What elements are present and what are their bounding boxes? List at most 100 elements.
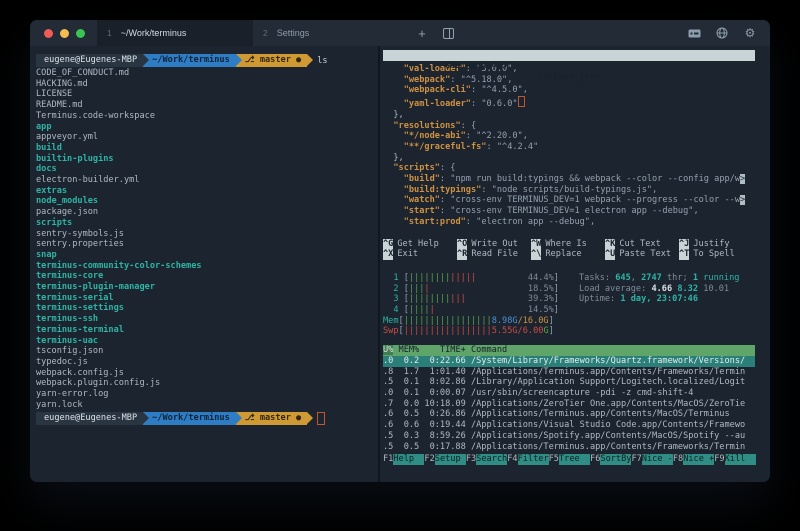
- listing-entry: webpack.config.js: [36, 368, 378, 379]
- fkey-action: Nice -: [642, 454, 673, 465]
- listing-entry: terminus-settings: [36, 303, 378, 314]
- swap-meter: Swp[|||||||||||||||||5.55G/6.00G]: [383, 326, 770, 337]
- shortcut-key: ^X: [383, 249, 393, 260]
- function-key[interactable]: F8Nice +: [673, 454, 714, 465]
- typed-command: ls: [317, 56, 327, 66]
- tasks-line: Load average: 4.66 8.32 10.01: [579, 284, 739, 295]
- listing-entry: terminus-uac: [36, 336, 378, 347]
- htop-pane[interactable]: 1 [||||||||||||| 44.4%] 2 [|||| 18.5%] 3…: [383, 273, 770, 465]
- process-row[interactable]: .6 0.6 0:19.44 /Applications/Visual Stud…: [383, 420, 755, 431]
- listing-entry: extras: [36, 186, 378, 197]
- close-button[interactable]: [44, 29, 53, 38]
- process-rows: .0 0.2 0:22.66 /System/Library/Framework…: [383, 356, 755, 452]
- listing-entry: electron-builder.yml: [36, 175, 378, 186]
- function-key[interactable]: F1Help: [383, 454, 424, 465]
- shortcut-label: Where Is: [545, 239, 586, 250]
- nano-line: "webpack-cli": "^4.5.0",: [383, 85, 770, 96]
- function-key[interactable]: F4Filter: [507, 454, 548, 465]
- listing-entry: builtin-plugins: [36, 154, 378, 165]
- listing-entry: node_modules: [36, 196, 378, 207]
- shortcut-key: ^G: [383, 239, 393, 250]
- fkey-action: Kill: [725, 454, 756, 465]
- new-tab-button[interactable]: +: [409, 20, 435, 46]
- tab-settings[interactable]: 2 Settings: [253, 20, 409, 46]
- shell-prompt-bottom: eugene@Eugenes-MBP ~/Work/terminus ⎇ mas…: [36, 412, 378, 425]
- nano-shortcut: ^KCut Text: [605, 239, 679, 250]
- traffic-lights: [30, 20, 97, 46]
- fkey-number: F6: [590, 454, 600, 465]
- listing-entry: terminus-plugin-manager: [36, 282, 378, 293]
- process-row[interactable]: .5 0.3 8:59.26 /Applications/Spotify.app…: [383, 431, 755, 442]
- fkey-number: F2: [424, 454, 434, 465]
- nano-shortcut: ^GGet Help: [383, 239, 457, 250]
- nano-shortcut: ^XExit: [383, 249, 457, 260]
- fkey-action: Setup: [435, 454, 466, 465]
- nano-shortcut: ^WWhere Is: [531, 239, 605, 250]
- sort-column-header[interactable]: U%: [383, 345, 393, 355]
- process-row[interactable]: .0 0.2 0:22.66 /System/Library/Framework…: [383, 356, 755, 367]
- listing-entry: snap: [36, 250, 378, 261]
- fkey-number: F5: [549, 454, 559, 465]
- listing-entry: terminus-serial: [36, 293, 378, 304]
- listing-entry: terminus-ssh: [36, 314, 378, 325]
- process-table: U% MEM% TIME+ Command .0 0.2 0:22.66 /Sy…: [383, 345, 755, 452]
- shell-pane[interactable]: eugene@Eugenes-MBP ~/Work/terminus ⎇ mas…: [30, 46, 380, 482]
- nano-shortcut: ^RRead File: [457, 249, 531, 260]
- nano-line: },: [383, 110, 770, 121]
- function-key[interactable]: F7Nice -: [631, 454, 672, 465]
- nano-line: "watch": "cross-env TERMINUS_DEV=1 webpa…: [383, 195, 770, 206]
- shortcut-key: ^K: [605, 239, 615, 250]
- shortcut-label: Replace: [545, 249, 581, 260]
- process-table-header[interactable]: U% MEM% TIME+ Command: [383, 345, 755, 356]
- listing-entry: app: [36, 122, 378, 133]
- nano-line: "start": "cross-env TERMINUS_DEV=1 elect…: [383, 206, 770, 217]
- nano-line: "yaml-loader": "0.6.0": [383, 96, 770, 110]
- tasks-line: Tasks: 645, 2747 thr; 1 running: [579, 273, 739, 284]
- listing-entry: sentry-symbols.js: [36, 229, 378, 240]
- nano-version: GNU nano 4.5: [445, 61, 507, 71]
- process-row[interactable]: .7 0.0 10:18.09 /Applications/ZeroTier O…: [383, 399, 755, 410]
- shortcut-label: Write Out: [471, 239, 518, 250]
- shortcut-label: Justify: [693, 239, 729, 250]
- process-row[interactable]: .5 0.1 8:02.86 /Library/Application Supp…: [383, 377, 755, 388]
- process-row[interactable]: .6 0.5 0:26.86 /Applications/Terminus.ap…: [383, 409, 755, 420]
- split-pane-icon[interactable]: [435, 20, 461, 46]
- shortcut-key: ^U: [605, 249, 615, 260]
- globe-icon[interactable]: [708, 20, 736, 46]
- prompt-path-segment: ~/Work/terminus: [143, 54, 236, 67]
- function-key[interactable]: F9Kill: [714, 454, 755, 465]
- tab-work-terminus[interactable]: 1 ~/Work/terminus: [97, 20, 253, 46]
- listing-entry: terminus-terminal: [36, 325, 378, 336]
- function-key[interactable]: F5Tree: [549, 454, 590, 465]
- function-key[interactable]: F6SortBy: [590, 454, 631, 465]
- function-key[interactable]: F3Search: [466, 454, 507, 465]
- listing-entry: Terminus.code-workspace: [36, 111, 378, 122]
- listing-entry: yarn.lock: [36, 400, 378, 411]
- settings-gear-icon[interactable]: ⚙: [736, 20, 770, 46]
- shortcut-label: Paste Text: [619, 249, 671, 260]
- process-row[interactable]: .0 0.1 0:00.07 /usr/sbin/screencapture -…: [383, 388, 755, 399]
- nano-shortcut: ^JJustify: [679, 239, 753, 250]
- shortcut-label: To Spell: [693, 249, 734, 260]
- nano-line: "scripts": {: [383, 163, 770, 174]
- tab-number: 2: [263, 28, 268, 38]
- nano-shortcut: ^U Paste Text: [605, 249, 679, 260]
- listing-entry: appveyor.yml: [36, 132, 378, 143]
- terminus-window: 1 ~/Work/terminus 2 Settings + ⚙ eugene@…: [30, 20, 770, 482]
- listing-entry: LICENSE: [36, 89, 378, 100]
- prompt-user-segment: eugene@Eugenes-MBP: [36, 54, 143, 67]
- function-key[interactable]: F2Setup: [424, 454, 465, 465]
- shortcut-key: ^O: [457, 239, 467, 250]
- listing-entry: tsconfig.json: [36, 346, 378, 357]
- prompt-git-segment: ⎇ master ●: [236, 412, 307, 425]
- keyboard-icon[interactable]: [680, 20, 708, 46]
- process-row[interactable]: .8 1.7 1:01.40 /Applications/Terminus.ap…: [383, 367, 755, 378]
- nano-buffer: "val-loader": "3.0.0", "webpack": "^5.18…: [383, 64, 770, 228]
- nano-pane[interactable]: GNU nano 4.5 package.json "val-loader": …: [383, 50, 770, 260]
- text-cursor: [317, 412, 325, 425]
- minimize-button[interactable]: [60, 29, 69, 38]
- listing-entry: CODE_OF_CONDUCT.md: [36, 68, 378, 79]
- process-row[interactable]: .5 0.5 0:17.88 /Applications/Terminus.ap…: [383, 442, 755, 453]
- zoom-button[interactable]: [76, 29, 85, 38]
- listing-entry: yarn-error.log: [36, 389, 378, 400]
